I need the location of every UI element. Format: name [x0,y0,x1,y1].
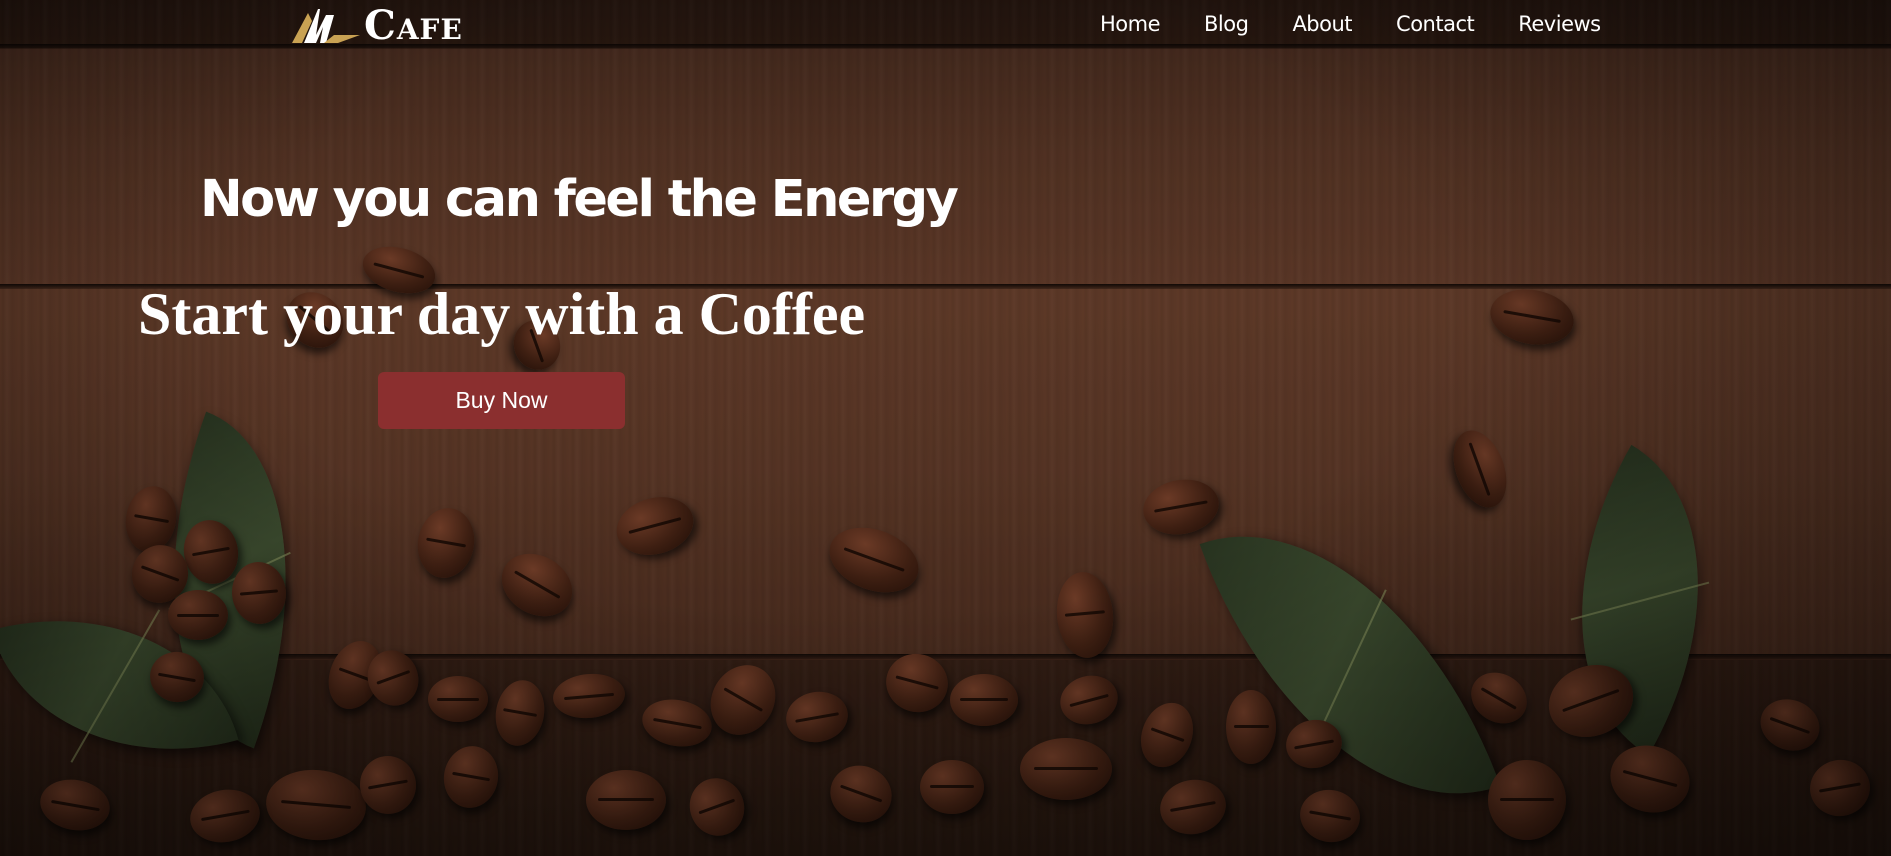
nav-menu: Home Blog About Contact Reviews [1100,12,1645,36]
navbar: Cafe Home Blog About Contact Reviews [0,0,1891,52]
cafe-logo-icon [290,5,360,47]
nav-link-reviews[interactable]: Reviews [1518,12,1601,36]
brand-name: Cafe [364,2,463,49]
nav-link-about[interactable]: About [1292,12,1352,36]
logo[interactable]: Cafe [290,4,463,48]
nav-link-contact[interactable]: Contact [1396,12,1475,36]
nav-link-blog[interactable]: Blog [1204,12,1249,36]
nav-link-home[interactable]: Home [1100,12,1161,36]
vignette-overlay [0,0,1891,856]
hero-subtitle: Now you can feel the Energy [200,170,959,229]
page: Cafe Home Blog About Contact Reviews Now… [0,0,1891,856]
hero-title: Start your day with a Coffee [138,281,866,347]
buy-now-button[interactable]: Buy Now [378,372,625,429]
